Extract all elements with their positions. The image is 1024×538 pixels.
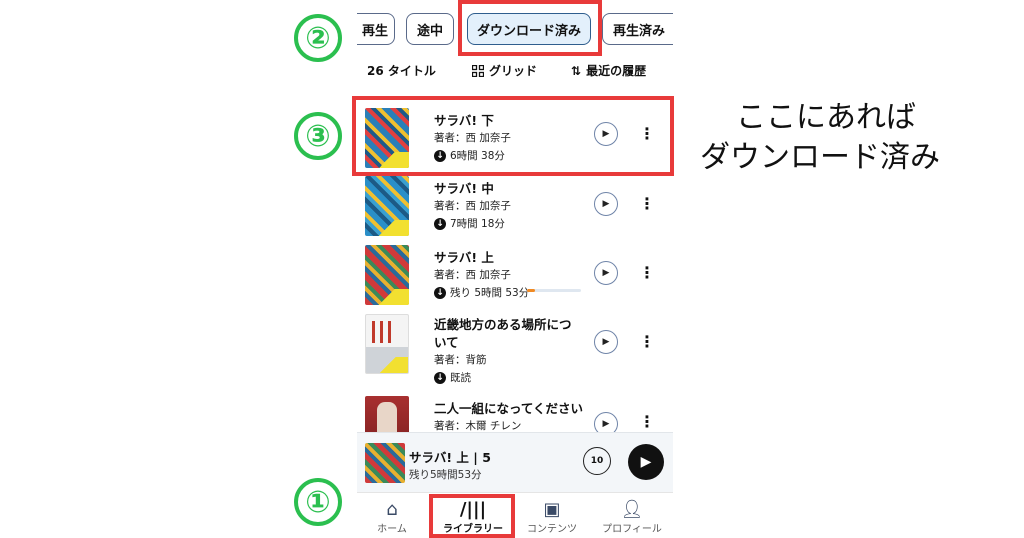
book-remaining: 残り 5時間 53分 xyxy=(450,287,530,299)
annotation-line-1: ここにあれば xyxy=(736,100,916,135)
annotation-line-2: ダウンロード済み xyxy=(700,140,940,175)
nav-home-label: ホーム xyxy=(377,524,407,535)
book-read-status: 既読 xyxy=(450,372,471,384)
book-author: 著者：西 加奈子 xyxy=(434,269,511,281)
book-author: 著者：西 加奈子 xyxy=(434,200,511,212)
filter-chip-label: 再生済み xyxy=(613,23,666,39)
highlight-downloaded-filter xyxy=(458,0,602,56)
mini-player-remaining: 残り5時間53分 xyxy=(409,469,482,481)
mini-player[interactable]: サラバ! 上 | 5 残り5時間53分 10 ▶ xyxy=(357,432,673,493)
nav-contents-label: コンテンツ xyxy=(527,524,577,535)
contents-icon: ▣ xyxy=(543,499,561,520)
more-options-icon[interactable]: ⋮ xyxy=(639,196,655,212)
mini-player-cover xyxy=(365,443,405,483)
play-button[interactable]: ▶ xyxy=(594,261,618,285)
book-cover-saraba-naka xyxy=(365,176,409,236)
mini-player-title: サラバ! 上 | 5 xyxy=(409,450,491,465)
grid-icon xyxy=(472,64,484,77)
play-icon: ▶ xyxy=(602,268,610,278)
book-title: 近畿地方のある場所について xyxy=(434,317,572,350)
step-number-3: ③ xyxy=(294,112,342,160)
book-row-4[interactable]: 近畿地方のある場所について 著者：背筋 ↓ 既読 ▶ ⋮ xyxy=(357,314,673,386)
filter-chip-finished[interactable]: 再生済み xyxy=(602,13,673,45)
book-row-2[interactable]: サラバ! 中 著者：西 加奈子 ↓ 7時間 18分 ▶ ⋮ xyxy=(357,176,673,248)
downloaded-icon: ↓ xyxy=(434,286,446,299)
highlight-library-tab xyxy=(429,494,515,538)
listening-progress-fill xyxy=(527,289,536,292)
profile-icon: 👤︎ xyxy=(620,499,644,520)
book-title: サラバ! 上 xyxy=(434,250,494,265)
filter-chip-label: 再生 xyxy=(361,23,388,39)
play-button[interactable]: ▶ xyxy=(594,192,618,216)
play-icon: ▶ xyxy=(640,454,652,470)
sort-label: 最近の履歴 xyxy=(586,64,647,78)
nav-profile[interactable]: 👤︎ プロフィール xyxy=(593,499,671,536)
book-author: 著者：木爾 チレン xyxy=(434,420,522,432)
book-title: 二人一組になってください xyxy=(434,401,584,416)
play-icon: ▶ xyxy=(602,337,610,347)
highlight-downloaded-book xyxy=(352,96,674,176)
more-options-icon[interactable]: ⋮ xyxy=(639,414,655,430)
rewind-icon-label: 10 xyxy=(590,456,604,466)
grid-view-button[interactable]: グリッド xyxy=(472,62,537,79)
book-cover-saraba-jo xyxy=(365,245,409,305)
filter-chip-label: 途中 xyxy=(416,23,443,39)
phone-screen: 再生 途中 ダウンロード済み 再生済み 26 タイトル グリッド ⇅ 最近の履歴… xyxy=(357,0,673,538)
downloaded-icon: ↓ xyxy=(434,217,446,230)
nav-home[interactable]: ⌂ ホーム xyxy=(357,499,431,536)
grid-label: グリッド xyxy=(489,64,538,78)
title-count: 26 タイトル xyxy=(367,62,436,79)
nav-contents[interactable]: ▣ コンテンツ xyxy=(513,499,591,536)
title-count-text: 26 タイトル xyxy=(367,64,436,78)
book-row-5[interactable]: 二人一組になってください 著者：木爾 チレン ▶ ⋮ xyxy=(357,396,673,432)
play-icon: ▶ xyxy=(602,419,610,429)
book-status: ↓ 残り 5時間 53分 xyxy=(434,285,529,300)
nav-profile-label: プロフィール xyxy=(602,524,662,535)
step-number-1: ① xyxy=(294,478,342,526)
play-button[interactable]: ▶ xyxy=(594,412,618,432)
book-duration: 7時間 18分 xyxy=(450,218,505,230)
downloaded-icon: ↓ xyxy=(434,371,446,384)
sort-icon: ⇅ xyxy=(571,63,582,78)
home-icon: ⌂ xyxy=(386,499,398,520)
play-icon: ▶ xyxy=(602,199,610,209)
book-title: サラバ! 中 xyxy=(434,181,494,196)
more-options-icon[interactable]: ⋮ xyxy=(639,265,655,281)
book-cover-futari xyxy=(365,396,409,432)
filter-chip-in-progress[interactable]: 途中 xyxy=(406,13,454,45)
rewind-10-button[interactable]: 10 xyxy=(583,447,611,475)
play-button[interactable]: ▶ xyxy=(594,330,618,354)
step-number-2: ② xyxy=(294,14,342,62)
filter-chip-played[interactable]: 再生 xyxy=(357,13,395,45)
mini-player-play-button[interactable]: ▶ xyxy=(628,444,664,480)
book-author: 著者：背筋 xyxy=(434,354,487,366)
book-status: ↓ 既読 xyxy=(434,370,471,385)
book-status: ↓ 7時間 18分 xyxy=(434,216,505,231)
book-cover-kinki xyxy=(365,314,409,374)
sort-button[interactable]: ⇅ 最近の履歴 xyxy=(571,62,646,79)
book-row-3[interactable]: サラバ! 上 著者：西 加奈子 ↓ 残り 5時間 53分 ▶ ⋮ xyxy=(357,245,673,317)
listening-progress-bar xyxy=(527,289,581,292)
more-options-icon[interactable]: ⋮ xyxy=(639,334,655,350)
